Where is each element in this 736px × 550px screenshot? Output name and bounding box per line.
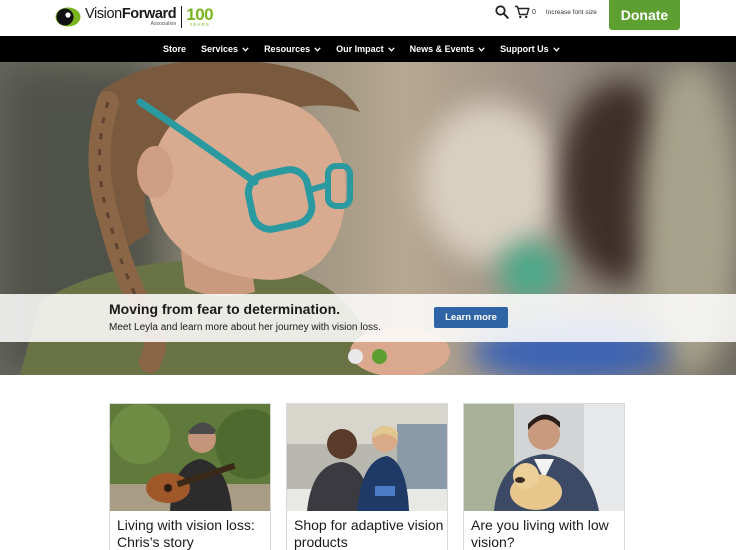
logo-centennial: 100 YEARS (186, 5, 214, 28)
logo-subtitle: Association (150, 21, 177, 28)
feature-cards: Living with vision loss: Chris’s story S… (109, 403, 640, 550)
chevron-down-icon (478, 46, 485, 52)
search-icon[interactable] (494, 4, 510, 20)
card-chris-story[interactable]: Living with vision loss: Chris’s story (109, 403, 271, 550)
carousel-dot-2-active[interactable] (372, 349, 387, 364)
hero-description: Meet Leyla and learn more about her jour… (109, 322, 381, 333)
card-title: Living with vision loss: Chris’s story (117, 517, 255, 550)
card-photo-women-shopping (287, 404, 447, 511)
nav-item-support-us[interactable]: Support Us (500, 44, 560, 54)
learn-more-button[interactable]: Learn more (434, 307, 508, 328)
logo-divider (181, 6, 183, 28)
site-header: VisionForward Association 100 YEARS 0 In… (0, 0, 736, 36)
cart-icon[interactable] (514, 4, 530, 20)
nav-item-services[interactable]: Services (201, 44, 249, 54)
hero-title: Moving from fear to determination. (109, 301, 341, 317)
donate-button[interactable]: Donate (609, 0, 680, 30)
hero-carousel: Moving from fear to determination. Meet … (0, 62, 736, 375)
chevron-down-icon (387, 46, 395, 52)
main-nav: Store Services Resources Our Impact News… (0, 36, 736, 62)
nav-item-our-impact[interactable]: Our Impact (336, 44, 395, 54)
hero-caption-banner: Moving from fear to determination. Meet … (0, 294, 736, 342)
chevron-down-icon (242, 46, 249, 52)
logo-wordmark: VisionForward Association (85, 5, 177, 28)
site-logo[interactable]: VisionForward Association 100 YEARS (55, 5, 214, 29)
card-photo-man-with-guide-dog (464, 404, 624, 511)
card-title: Are you living with low vision? (471, 517, 609, 550)
carousel-dot-1[interactable] (348, 349, 363, 364)
utility-bar: 0 Increase font size (494, 3, 597, 21)
nav-item-store[interactable]: Store (163, 44, 186, 54)
eye-logo-icon (55, 7, 81, 27)
chevron-down-icon (314, 46, 321, 52)
carousel-pagination (348, 349, 396, 364)
card-title: Shop for adaptive vision products (294, 517, 444, 550)
nav-item-resources[interactable]: Resources (264, 44, 321, 54)
increase-font-size-link[interactable]: Increase font size (546, 9, 597, 16)
nav-item-news-events[interactable]: News & Events (410, 44, 486, 54)
card-photo-man-with-guitar (110, 404, 270, 511)
card-low-vision[interactable]: Are you living with low vision? (463, 403, 625, 550)
card-adaptive-products[interactable]: Shop for adaptive vision products (286, 403, 448, 550)
chevron-down-icon (552, 46, 560, 52)
cart-count: 0 (532, 8, 536, 16)
